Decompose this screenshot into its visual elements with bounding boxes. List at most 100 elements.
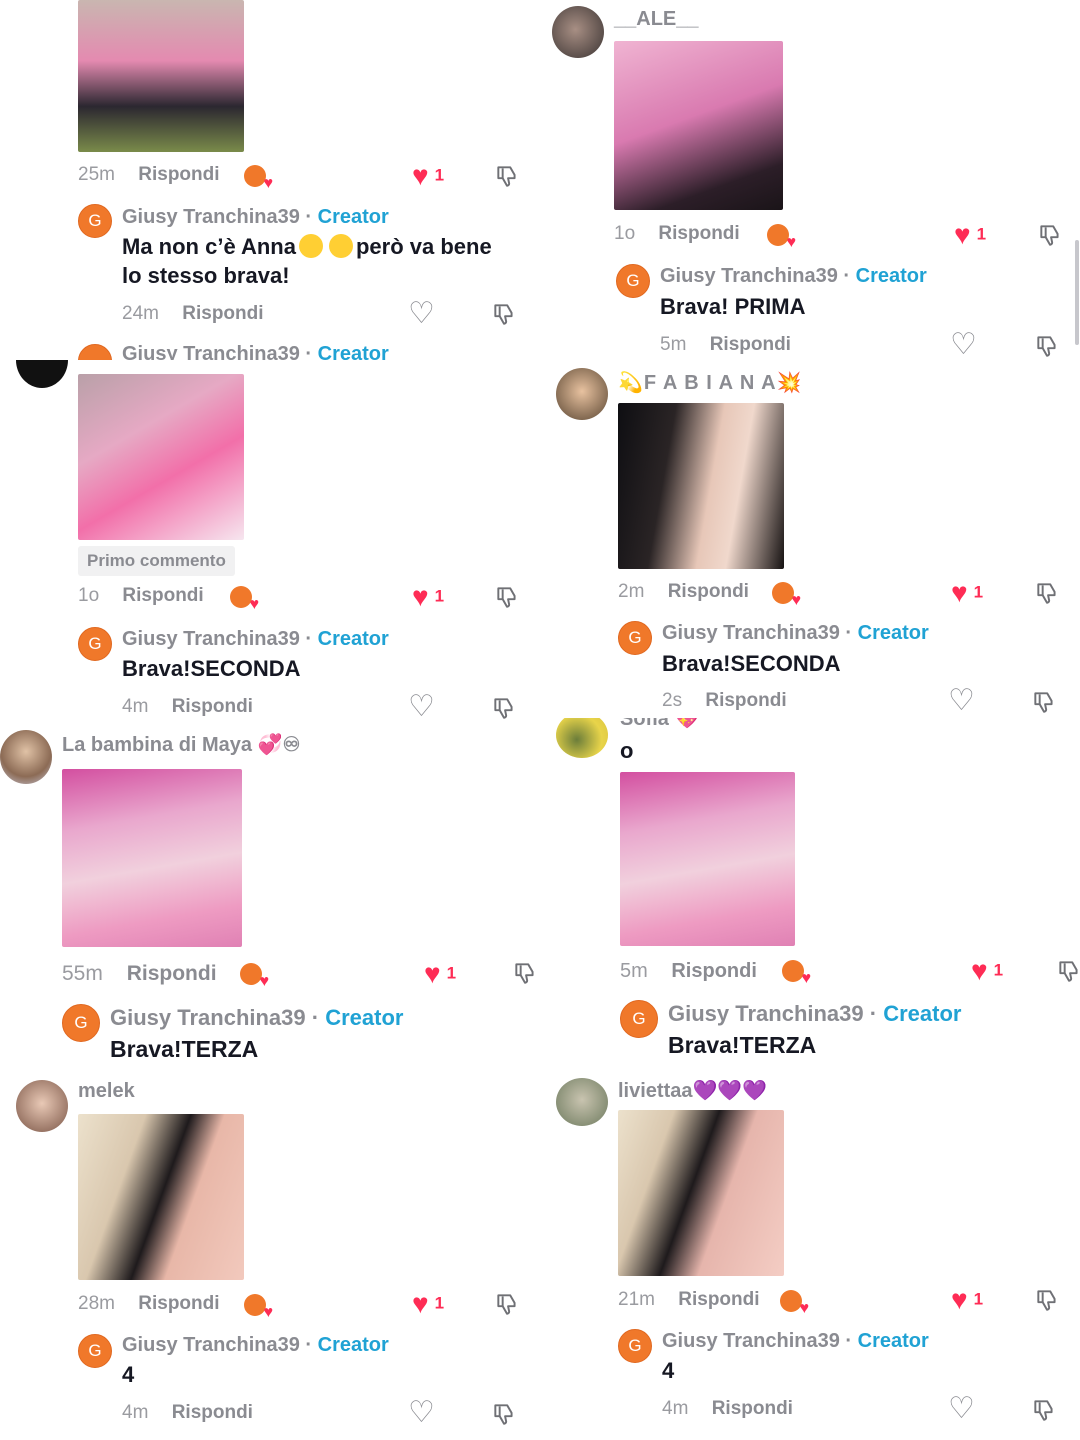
comment-image[interactable]	[614, 41, 783, 210]
comment-username[interactable]: melek	[78, 1080, 135, 1103]
dislike-icon[interactable]	[494, 163, 520, 189]
heart-outline-icon[interactable]: ♡	[408, 692, 435, 722]
heart-filled-icon: ♥	[412, 581, 429, 612]
reply-button[interactable]: Rispondi	[138, 1293, 219, 1314]
reply-button[interactable]: Rispondi	[710, 334, 791, 355]
dislike-icon[interactable]	[494, 584, 520, 610]
reply-button[interactable]: Rispondi	[182, 303, 263, 324]
reply-button[interactable]: Rispondi	[172, 696, 253, 717]
comment-time: 28m	[78, 1293, 115, 1314]
gift-icon[interactable]	[230, 586, 259, 613]
reply-button[interactable]: Rispondi	[138, 164, 219, 185]
reply-text: Brava!TERZA	[668, 1032, 817, 1058]
comment-username[interactable]: __ALE__	[614, 8, 699, 31]
comment-image[interactable]	[618, 1110, 784, 1276]
gift-icon[interactable]	[772, 582, 801, 609]
reply-button[interactable]: Rispondi	[712, 1398, 793, 1419]
reply-author[interactable]: Giusy Tranchina39 · Creator	[662, 622, 929, 645]
like-button[interactable]: ♥ 1	[412, 1288, 444, 1320]
reply-author[interactable]: Giusy Tranchina39 · Creator	[122, 206, 389, 229]
reply-author[interactable]: Giusy Tranchina39 · Creator	[110, 1005, 403, 1031]
reply-avatar[interactable]: G	[616, 264, 650, 298]
reply-text: Brava!TERZA	[110, 1036, 259, 1062]
scrollbar[interactable]	[1075, 240, 1079, 345]
reply-meta: 5m Rispondi	[660, 334, 791, 356]
reply-button[interactable]: Rispondi	[678, 1289, 759, 1310]
reply-avatar[interactable]: G	[78, 1334, 112, 1368]
dislike-icon[interactable]	[494, 1291, 520, 1317]
dislike-icon[interactable]	[491, 1401, 517, 1427]
avatar[interactable]	[556, 1078, 608, 1126]
heart-outline-icon[interactable]: ♡	[948, 1394, 975, 1424]
gift-icon[interactable]	[244, 1294, 273, 1321]
like-button[interactable]: ♥ 1	[951, 1284, 983, 1316]
reply-author[interactable]: Giusy Tranchina39 · Creator	[660, 265, 927, 288]
comment-username-partial[interactable]: Sofia 💖	[620, 718, 699, 731]
gift-icon[interactable]	[767, 224, 796, 251]
like-button[interactable]: ♥ 1	[412, 581, 444, 613]
like-count: 1	[973, 1289, 984, 1309]
reply-button[interactable]: Rispondi	[122, 585, 203, 606]
reply-avatar[interactable]: G	[78, 204, 112, 238]
reply-time: 24m	[122, 303, 159, 324]
reply-avatar[interactable]: G	[618, 1329, 652, 1363]
reply-button[interactable]: Rispondi	[705, 690, 786, 711]
reply-author[interactable]: Giusy Tranchina39 · Creator	[662, 1330, 929, 1353]
gift-icon[interactable]	[780, 1290, 809, 1317]
dislike-icon[interactable]	[1037, 222, 1063, 248]
avatar[interactable]	[552, 6, 604, 58]
gift-icon[interactable]	[782, 960, 811, 987]
reply-avatar[interactable]: G	[620, 1000, 658, 1038]
comment-username[interactable]: La bambina di Maya 💞♾	[62, 732, 300, 757]
like-button[interactable]: ♥ 1	[971, 955, 1003, 987]
avatar[interactable]	[556, 368, 608, 420]
gift-icon[interactable]	[244, 165, 273, 192]
dislike-icon[interactable]	[1056, 958, 1080, 984]
reply-avatar[interactable]: G	[62, 1004, 100, 1042]
reply-avatar	[78, 344, 112, 360]
separator: ·	[305, 1005, 326, 1030]
dislike-icon[interactable]	[1031, 1397, 1057, 1423]
dislike-icon[interactable]	[512, 960, 538, 986]
reply-avatar[interactable]: G	[78, 627, 112, 661]
like-button[interactable]: ♥ 1	[951, 577, 983, 609]
comment-username[interactable]: liviettaa💜💜💜	[618, 1078, 767, 1103]
dislike-icon[interactable]	[491, 301, 517, 327]
avatar[interactable]	[16, 1080, 68, 1132]
dislike-icon[interactable]	[491, 695, 517, 721]
comment-image[interactable]	[78, 0, 244, 152]
heart-outline-icon[interactable]: ♡	[408, 1398, 435, 1428]
reply-author[interactable]: Giusy Tranchina39 · Creator	[668, 1001, 961, 1027]
avatar[interactable]	[0, 730, 52, 784]
reply-button[interactable]: Rispondi	[127, 962, 217, 985]
like-button[interactable]: ♥ 1	[412, 160, 444, 192]
dislike-icon[interactable]	[1031, 689, 1057, 715]
comment-image[interactable]	[78, 374, 244, 540]
heart-outline-icon[interactable]: ♡	[948, 686, 975, 716]
reply-button[interactable]: Rispondi	[172, 1402, 253, 1423]
reply-button[interactable]: Rispondi	[658, 223, 739, 244]
comment-image[interactable]	[618, 403, 784, 569]
dislike-icon[interactable]	[1034, 333, 1060, 359]
avatar[interactable]	[16, 360, 68, 388]
comment-image[interactable]	[62, 769, 242, 947]
like-button[interactable]: ♥ 1	[954, 219, 986, 251]
reply-avatar[interactable]: G	[618, 621, 652, 655]
reply-author[interactable]: Giusy Tranchina39 · Creator	[122, 1334, 389, 1357]
reply-button[interactable]: Rispondi	[668, 581, 749, 602]
gift-icon[interactable]	[240, 963, 269, 990]
comment-image[interactable]	[620, 772, 795, 946]
separator: ·	[299, 628, 318, 650]
like-count: 1	[434, 586, 445, 606]
reply-author[interactable]: Giusy Tranchina39 · Creator	[122, 628, 389, 651]
comment-username[interactable]: 💫F A B I A N A💥	[618, 370, 802, 395]
creator-badge: Creator	[855, 265, 927, 287]
dislike-icon[interactable]	[1034, 580, 1060, 606]
dislike-icon[interactable]	[1034, 1287, 1060, 1313]
reply-button[interactable]: Rispondi	[671, 960, 757, 982]
heart-outline-icon[interactable]: ♡	[950, 330, 977, 360]
comment-image[interactable]	[78, 1114, 244, 1280]
heart-outline-icon[interactable]: ♡	[408, 299, 435, 329]
avatar[interactable]	[556, 718, 608, 758]
like-button[interactable]: ♥ 1	[424, 958, 456, 990]
